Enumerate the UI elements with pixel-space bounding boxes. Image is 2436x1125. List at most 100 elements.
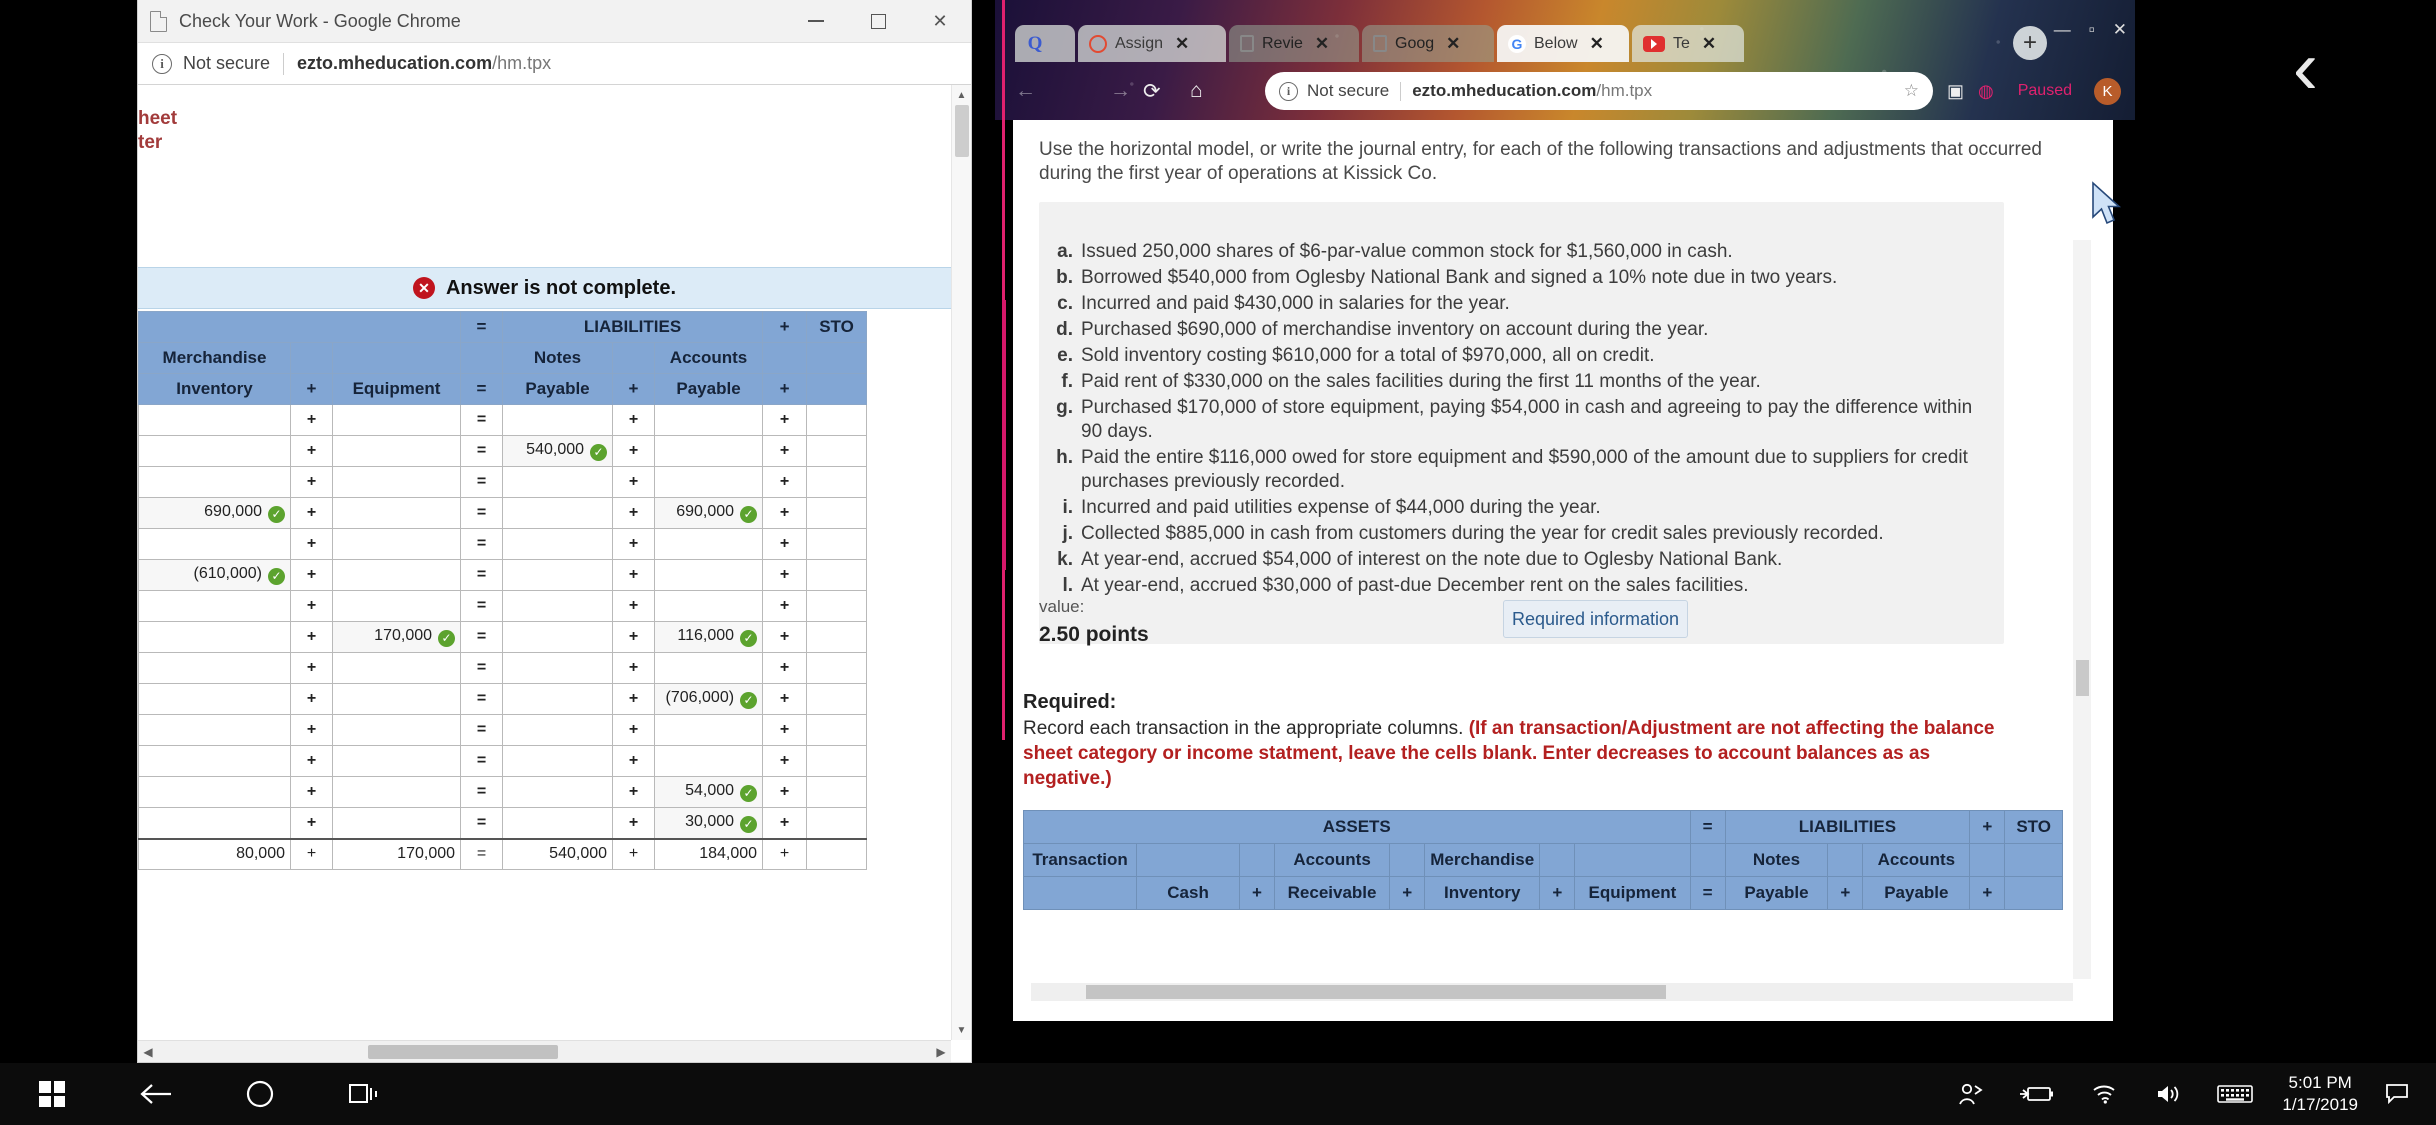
table-cell-empty[interactable] [806, 683, 868, 715]
table-cell-value[interactable]: 690,000 ✓ [138, 497, 291, 529]
tab-below[interactable]: G Below ✕ [1497, 25, 1629, 62]
table-cell-empty[interactable] [502, 683, 614, 715]
table-cell-empty[interactable] [138, 435, 291, 467]
table-cell-empty[interactable] [331, 776, 462, 808]
reload-icon[interactable]: ⟳ [1143, 79, 1161, 104]
home-icon[interactable]: ⌂ [1190, 79, 1203, 103]
info-icon[interactable]: i [1279, 81, 1298, 101]
mirrored-horizontal-scroll-thumb[interactable] [1086, 985, 1666, 999]
table-cell-empty[interactable] [138, 466, 291, 498]
table-cell-empty[interactable] [331, 745, 462, 777]
record-icon[interactable]: ◍ [1978, 81, 1994, 102]
table-cell-value[interactable]: 54,000 ✓ [654, 776, 764, 808]
tab-te[interactable]: Te ✕ [1632, 25, 1744, 62]
table-cell-empty[interactable] [331, 714, 462, 746]
new-tab-button[interactable]: + [2013, 26, 2047, 60]
table-cell-empty[interactable] [502, 404, 614, 436]
table-cell-empty[interactable] [654, 745, 764, 777]
forward-arrow-icon[interactable]: → [1110, 79, 1131, 103]
start-button[interactable] [0, 1063, 104, 1125]
cortana-button[interactable] [208, 1063, 312, 1125]
scroll-down-icon[interactable]: ▼ [952, 1020, 971, 1040]
tab-close-icon[interactable]: ✕ [1446, 34, 1460, 54]
required-information-button[interactable]: Required information [1503, 600, 1688, 638]
minimize-icon[interactable] [785, 0, 847, 42]
task-view-button[interactable] [312, 1063, 416, 1125]
table-cell-empty[interactable] [331, 807, 462, 839]
table-cell-empty[interactable] [502, 807, 614, 839]
bookmark-star-icon[interactable]: ☆ [1904, 81, 1919, 101]
table-cell-value[interactable]: 30,000 ✓ [654, 807, 764, 839]
address-url[interactable]: ezto.mheducation.com/hm.tpx [297, 53, 551, 74]
people-icon[interactable] [1938, 1063, 2004, 1125]
table-cell-empty[interactable] [138, 652, 291, 684]
mirrored-vertical-scrollbar[interactable] [2073, 240, 2091, 979]
table-cell-empty[interactable] [502, 590, 614, 622]
taskbar-clock[interactable]: 5:01 PM 1/17/2019 [2268, 1072, 2372, 1116]
table-cell-empty[interactable] [806, 807, 868, 839]
table-cell-empty[interactable] [331, 466, 462, 498]
table-cell-empty[interactable] [806, 466, 868, 498]
table-cell-empty[interactable] [806, 745, 868, 777]
scroll-left-icon[interactable]: ◀ [138, 1045, 158, 1059]
table-cell-empty[interactable] [138, 621, 291, 653]
table-cell-empty[interactable] [502, 745, 614, 777]
avatar[interactable]: K [2094, 77, 2121, 105]
table-cell-empty[interactable] [138, 683, 291, 715]
table-cell-empty[interactable] [502, 528, 614, 560]
scroll-right-icon[interactable]: ▶ [931, 1045, 951, 1059]
table-cell-empty[interactable] [654, 559, 764, 591]
close-icon[interactable]: ✕ [909, 0, 971, 42]
table-cell-empty[interactable] [331, 652, 462, 684]
table-cell-empty[interactable] [502, 714, 614, 746]
info-icon[interactable]: i [152, 53, 172, 74]
table-cell-value[interactable]: 170,000 ✓ [331, 621, 462, 653]
table-cell-empty[interactable] [806, 528, 868, 560]
table-cell-empty[interactable] [331, 435, 462, 467]
table-cell-empty[interactable] [806, 497, 868, 529]
tab-close-icon[interactable]: ✕ [1175, 34, 1189, 54]
screenshot-icon[interactable]: ▣ [1947, 81, 1964, 102]
table-cell-value[interactable]: 690,000 ✓ [654, 497, 764, 529]
table-cell-empty[interactable] [806, 404, 868, 436]
mirrored-vertical-scroll-thumb[interactable] [2076, 660, 2089, 696]
table-cell-empty[interactable] [806, 590, 868, 622]
mirrored-horizontal-scrollbar[interactable] [1031, 983, 2073, 1001]
horizontal-scroll-thumb[interactable] [368, 1045, 558, 1059]
table-cell-empty[interactable] [138, 807, 291, 839]
left-vertical-scrollbar[interactable]: ▲ ▼ [951, 85, 971, 1040]
back-chevron-icon[interactable]: ‹ [2293, 30, 2318, 106]
table-cell-empty[interactable] [502, 621, 614, 653]
table-cell-empty[interactable] [806, 559, 868, 591]
table-cell-empty[interactable] [654, 435, 764, 467]
tab-home[interactable]: Q [1015, 25, 1075, 62]
table-cell-empty[interactable] [331, 528, 462, 560]
tab-close-icon[interactable]: ✕ [1702, 34, 1716, 54]
table-cell-empty[interactable] [502, 776, 614, 808]
maximize-icon[interactable] [847, 0, 909, 42]
scroll-up-icon[interactable]: ▲ [952, 85, 971, 105]
table-cell-empty[interactable] [654, 590, 764, 622]
minimize-icon[interactable]: — [2054, 20, 2071, 40]
right-address-bar[interactable]: i Not secure ezto.mheducation.com/hm.tpx… [1265, 72, 1933, 110]
keyboard-icon[interactable] [2202, 1063, 2268, 1125]
back-button[interactable] [104, 1063, 208, 1125]
table-cell-value[interactable]: 116,000 ✓ [654, 621, 764, 653]
table-cell-value[interactable]: (706,000) ✓ [654, 683, 764, 715]
back-arrow-icon[interactable]: ← [1015, 79, 1036, 103]
table-cell-empty[interactable] [654, 652, 764, 684]
table-cell-empty[interactable] [806, 714, 868, 746]
close-icon[interactable]: ✕ [2113, 20, 2127, 40]
table-cell-empty[interactable] [138, 776, 291, 808]
wifi-icon[interactable] [2070, 1063, 2136, 1125]
table-cell-empty[interactable] [138, 745, 291, 777]
table-cell-empty[interactable] [331, 683, 462, 715]
table-cell-empty[interactable] [138, 714, 291, 746]
table-cell-empty[interactable] [806, 776, 868, 808]
tab-close-icon[interactable]: ✕ [1590, 34, 1604, 54]
vertical-scroll-thumb[interactable] [955, 105, 969, 157]
table-cell-empty[interactable] [331, 590, 462, 622]
table-cell-empty[interactable] [331, 404, 462, 436]
table-cell-empty[interactable] [138, 528, 291, 560]
table-cell-empty[interactable] [331, 497, 462, 529]
